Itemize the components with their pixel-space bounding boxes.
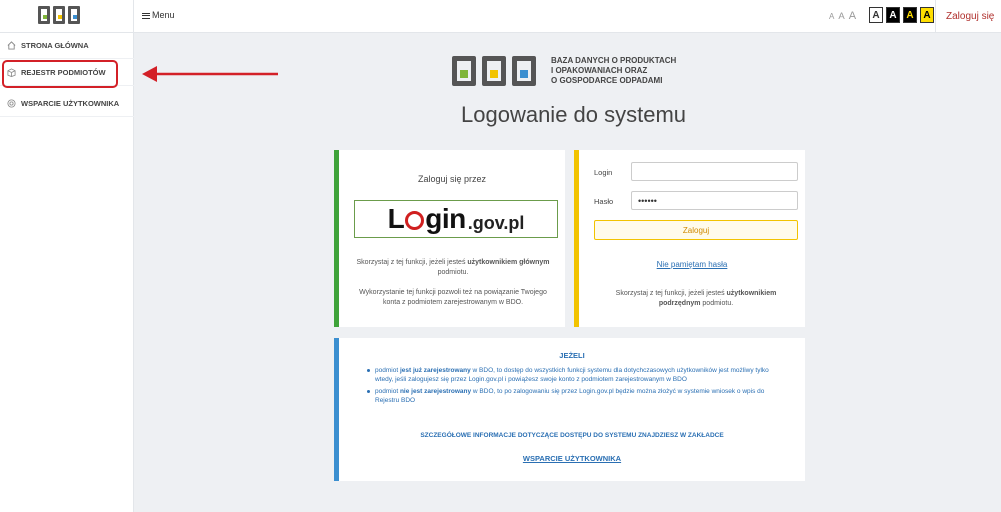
- sidebar-item-home[interactable]: STRONA GŁÓWNA: [0, 33, 134, 59]
- password-input[interactable]: [631, 191, 798, 210]
- support-link[interactable]: WSPARCIE UŻYTKOWNIKA: [339, 454, 805, 463]
- forgot-password-link[interactable]: Nie pamiętam hasła: [579, 260, 805, 269]
- font-size-medium-button[interactable]: A: [838, 11, 844, 22]
- login-gov-card: Zaloguj się przez L gin .gov.pl Skorzyst…: [334, 150, 565, 327]
- contrast-black-on-yellow-button[interactable]: A: [920, 7, 934, 23]
- contrast-white-on-black-button[interactable]: A: [886, 7, 900, 23]
- info-list: podmiot jest już zarejestrowany w BDO, t…: [367, 366, 787, 408]
- bdo-logo-small[interactable]: [38, 6, 80, 24]
- top-bar: Menu A A A A A A A Zaloguj się: [0, 0, 1001, 33]
- login-gov-button[interactable]: L gin .gov.pl: [354, 200, 558, 238]
- desc-text: Skorzystaj z tej funkcji, jeżeli jesteś: [356, 259, 468, 266]
- help-icon: [7, 99, 16, 108]
- org-name-line: O GOSPODARCE ODPADAMI: [551, 76, 663, 85]
- arrow-icon: [142, 66, 278, 82]
- sidebar-item-label: STRONA GŁÓWNA: [21, 41, 89, 50]
- info-footer: SZCZEGÓŁOWE INFORMACJE DOTYCZĄCE DOSTĘPU…: [420, 432, 724, 439]
- login-input[interactable]: [631, 162, 798, 181]
- bdo-logo: [452, 56, 536, 86]
- sidebar: STRONA GŁÓWNA REJESTR PODMIOTÓW WSPARCIE…: [0, 33, 134, 512]
- desc-text: Skorzystaj z tej funkcji, jeżeli jesteś: [615, 290, 727, 297]
- info-title: JEŻELI: [559, 351, 585, 360]
- login-gov-note: Wykorzystanie tej funkcji pozwoli też na…: [359, 289, 547, 306]
- login-form-card: Login Hasło Zaloguj Nie pamiętam hasła S…: [574, 150, 805, 327]
- logo-square: [68, 6, 80, 24]
- desc-bold: użytkownikiem głównym: [467, 259, 550, 266]
- login-link[interactable]: Zaloguj się: [946, 11, 994, 22]
- logo-square: [512, 56, 536, 86]
- divider: [935, 0, 936, 33]
- list-item: podmiot nie jest zarejestrowany w BDO, t…: [367, 387, 787, 405]
- contrast-yellow-on-black-button[interactable]: A: [903, 7, 917, 23]
- info-bold: nie jest zarejestrowany: [399, 388, 472, 395]
- info-card: JEŻELI podmiot jest już zarejestrowany w…: [334, 338, 805, 481]
- info-text: podmiot: [375, 388, 400, 395]
- login-label: Login: [594, 168, 613, 177]
- divider: [133, 0, 134, 33]
- font-size-small-button[interactable]: A: [829, 12, 834, 21]
- menu-button[interactable]: Menu: [142, 10, 175, 20]
- list-item: podmiot jest już zarejestrowany w BDO, t…: [367, 366, 787, 384]
- login-gov-brand-l: L: [387, 203, 405, 234]
- password-label: Hasło: [594, 197, 614, 206]
- menu-label: Menu: [152, 10, 175, 20]
- desc-text: podmiotu.: [700, 300, 734, 307]
- highlight-box: [2, 60, 118, 88]
- font-size-large-button[interactable]: A: [849, 10, 856, 22]
- font-size-controls: A A A: [829, 10, 856, 22]
- info-text: podmiot: [375, 367, 400, 374]
- info-bold: jest już zarejestrowany: [399, 367, 471, 374]
- login-gov-title: Zaloguj się przez: [417, 174, 487, 184]
- sidebar-item-label: WSPARCIE UŻYTKOWNIKA: [21, 99, 120, 108]
- logo-square: [482, 56, 506, 86]
- logo-square: [452, 56, 476, 86]
- sidebar-item-support[interactable]: WSPARCIE UŻYTKOWNIKA: [0, 91, 134, 117]
- login-gov-o-icon: [405, 210, 425, 230]
- org-name-line: I OPAKOWANIACH ORAZ: [551, 66, 648, 75]
- submit-button[interactable]: Zaloguj: [594, 220, 798, 240]
- login-form-description: Skorzystaj z tej funkcji, jeżeli jesteś …: [594, 289, 798, 309]
- org-name-line: BAZA DANYCH O PRODUKTACH: [551, 56, 677, 65]
- desc-text: podmiotu.: [437, 269, 469, 276]
- contrast-default-button[interactable]: A: [869, 7, 883, 23]
- logo-square: [53, 6, 65, 24]
- logo-square: [38, 6, 50, 24]
- contrast-controls: A A A A: [869, 7, 934, 23]
- login-gov-description: Skorzystaj z tej funkcji, jeżeli jesteś …: [351, 258, 555, 278]
- hamburger-icon: [142, 11, 150, 20]
- login-gov-brand-suffix: .gov.pl: [467, 212, 525, 233]
- home-icon: [7, 41, 16, 50]
- login-gov-brand-gin: gin: [425, 203, 466, 234]
- org-name: BAZA DANYCH O PRODUKTACH I OPAKOWANIACH …: [551, 56, 676, 86]
- page-title: Logowanie do systemu: [461, 102, 687, 127]
